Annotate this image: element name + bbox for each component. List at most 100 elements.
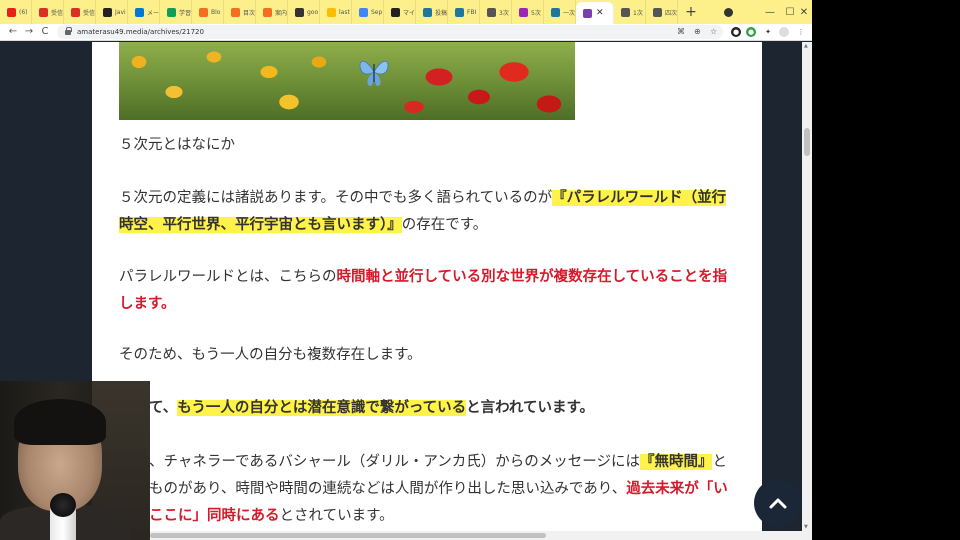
- profile-avatar-icon[interactable]: [779, 27, 789, 37]
- horizontal-scroll-thumb[interactable]: [150, 533, 546, 538]
- tab-favicon: [103, 7, 112, 17]
- paragraph-definition: ５次元の定義には諸説あります。その中でも多く語られているのが『パラレルワールド（…: [119, 185, 739, 239]
- reload-button[interactable]: C: [38, 26, 52, 37]
- tab-favicon: [653, 7, 662, 17]
- tab-title: Javi: [115, 8, 126, 16]
- back-button[interactable]: ←: [6, 26, 20, 37]
- tab-favicon: [455, 7, 464, 17]
- browser-tab[interactable]: goo: [288, 0, 320, 24]
- qr-code-icon[interactable]: ⌘: [677, 27, 685, 36]
- new-tab-button[interactable]: +: [682, 0, 700, 24]
- bookmark-star-icon[interactable]: ☆: [710, 27, 717, 36]
- webcam-overlay: [0, 381, 150, 540]
- browser-tab[interactable]: Sep: [352, 0, 384, 24]
- tab-favicon: [519, 7, 528, 17]
- tab-favicon: [327, 7, 336, 17]
- tab-title: Blo: [211, 8, 221, 16]
- browser-tab[interactable]: Blo: [192, 0, 224, 24]
- tab-favicon: [231, 7, 240, 17]
- browser-tab[interactable]: 目次: [224, 0, 256, 24]
- tab-favicon: [359, 7, 368, 17]
- tab-title: (6): [19, 8, 28, 16]
- tab-title: 四次: [665, 9, 677, 17]
- tab-favicon: [487, 7, 496, 17]
- screen: (6) 受信 受信 Javi メー 学習 Blo 目次 案内 goo last Sep マイ 投稿 FBI 3…: [0, 0, 960, 540]
- text: 、チャネラーであるバシャール（ダリル・アンカ氏）からのメッセージには: [149, 454, 640, 470]
- browser-tab[interactable]: 四次: [646, 0, 678, 24]
- scroll-down-arrow-icon[interactable]: ▼: [804, 524, 808, 530]
- extensions-puzzle-icon[interactable]: ✦: [763, 27, 773, 37]
- tab-title: メー: [147, 9, 159, 17]
- browser-tab[interactable]: FBI: [448, 0, 480, 24]
- text: パラレルワールドとは、こちらの: [119, 269, 337, 285]
- browser-tab[interactable]: 投稿: [416, 0, 448, 24]
- text: ものがあり、時間や時間の連続などは人間が作り出した思い込みであり、: [149, 481, 627, 497]
- tab-title: Sep: [371, 8, 383, 16]
- extension-icon[interactable]: ●: [731, 27, 741, 37]
- tab-title: 3次: [499, 9, 509, 17]
- browser-tab[interactable]: 一次: [544, 0, 576, 24]
- tab-favicon: [583, 8, 592, 18]
- hero-image: [119, 42, 575, 120]
- extension-green-icon[interactable]: ●: [746, 27, 756, 37]
- tab-favicon: [7, 7, 16, 17]
- tab-title: 一次: [563, 9, 575, 17]
- profile-icon[interactable]: [724, 8, 733, 17]
- article-content: ５次元とはなにか ５次元の定義には諸説あります。その中でも多く語られているのが『…: [92, 42, 762, 540]
- tab-favicon: [263, 7, 272, 17]
- browser-tab[interactable]: 学習: [160, 0, 192, 24]
- browser-tab[interactable]: 3次: [480, 0, 512, 24]
- close-window-button[interactable]: ✕: [790, 0, 812, 24]
- browser-tab[interactable]: 受信: [32, 0, 64, 24]
- tab-favicon: [391, 7, 400, 17]
- back-to-top-button[interactable]: [754, 479, 802, 527]
- tab-close-icon[interactable]: ✕: [596, 8, 604, 18]
- tab-title: last: [339, 8, 350, 16]
- tab-title: goo: [307, 8, 319, 16]
- lock-icon: [65, 26, 72, 35]
- paragraph-parallel-world: パラレルワールドとは、こちらの時間軸と並行している別な世界が複数存在していること…: [119, 264, 739, 318]
- tab-favicon: [167, 7, 176, 17]
- tab-title: 1次: [633, 9, 643, 17]
- browser-tab[interactable]: (6): [0, 0, 32, 24]
- text: ５次元の定義には諸説あります。その中でも多く語られているのが: [119, 190, 553, 206]
- browser-tab[interactable]: 5次: [512, 0, 544, 24]
- paragraph-another-self: そのため、もう一人の自分も複数存在します。: [119, 347, 422, 363]
- browser-tab[interactable]: last: [320, 0, 352, 24]
- paragraph-subconscious: て、もう一人の自分とは潜在意識で繋がっていると言われています。: [149, 395, 762, 422]
- tab-title: 案内: [275, 9, 287, 17]
- tab-favicon: [39, 7, 48, 17]
- zoom-icon[interactable]: ⊕: [694, 27, 701, 36]
- tab-title: FBI: [467, 8, 477, 16]
- text: とされています。: [279, 508, 394, 524]
- tab-active[interactable]: ✕: [576, 2, 614, 24]
- browser-toolbar: ← → C amaterasu49.media/archives/21720 ⌘…: [0, 24, 812, 41]
- text: の存在です。: [401, 217, 488, 233]
- address-bar[interactable]: amaterasu49.media/archives/21720 ⌘ ⊕ ☆: [57, 25, 723, 39]
- tab-title: 目次: [243, 9, 255, 17]
- vertical-scroll-thumb[interactable]: [804, 128, 810, 156]
- tab-favicon: [199, 7, 208, 17]
- text: と: [712, 454, 727, 470]
- browser-tab[interactable]: 受信: [64, 0, 96, 24]
- butterfly-icon: [359, 60, 389, 86]
- browser-tab[interactable]: メー: [128, 0, 160, 24]
- browser-tab[interactable]: 案内: [256, 0, 288, 24]
- menu-kebab-icon[interactable]: ⋮: [796, 27, 806, 37]
- highlight-timeless: 『無時間』: [639, 454, 713, 470]
- tab-title: 投稿: [435, 9, 447, 17]
- browser-tab[interactable]: 1次: [614, 0, 646, 24]
- scroll-up-arrow-icon[interactable]: ▲: [804, 43, 808, 49]
- paragraph-bashar: 、チャネラーであるバシャール（ダリル・アンカ氏）からのメッセージには『無時間』と…: [149, 449, 739, 530]
- chevron-up-icon: [769, 498, 787, 509]
- vertical-scrollbar[interactable]: ▲ ▼: [802, 42, 812, 540]
- webcam-person-hair: [14, 399, 106, 445]
- url-text[interactable]: amaterasu49.media/archives/21720: [77, 28, 204, 36]
- tab-title: マイ: [403, 9, 415, 17]
- forward-button[interactable]: →: [22, 26, 36, 37]
- heading-five-dimensions: ５次元とはなにか: [119, 137, 235, 153]
- browser-tab[interactable]: マイ: [384, 0, 416, 24]
- browser-tab[interactable]: Javi: [96, 0, 128, 24]
- highlight-subconscious: もう一人の自分とは潜在意識で繋がっている: [177, 400, 467, 416]
- tab-strip: (6) 受信 受信 Javi メー 学習 Blo 目次 案内 goo last Sep マイ 投稿 FBI 3…: [0, 0, 812, 24]
